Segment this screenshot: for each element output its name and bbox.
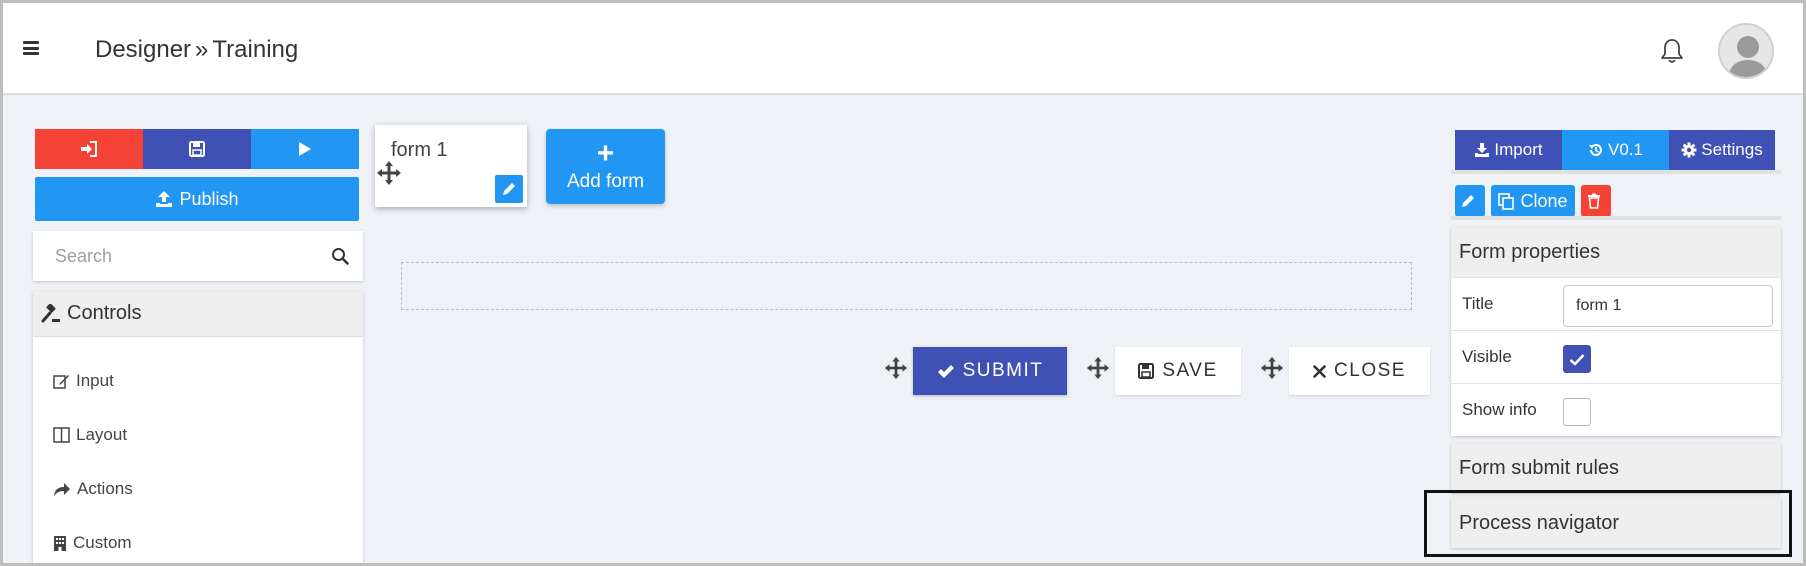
form-submit-rules-panel[interactable]: Form submit rules bbox=[1451, 443, 1781, 493]
property-label: Visible bbox=[1462, 347, 1512, 366]
right-toolbar: Import V0.1 Settings bbox=[1455, 130, 1775, 170]
clone-label: Clone bbox=[1520, 190, 1568, 211]
app-window: Designer» Training Publish Search Contro… bbox=[0, 0, 1806, 566]
form-properties-panel: Form properties Title Visible Show info bbox=[1451, 227, 1781, 436]
share-icon bbox=[54, 482, 70, 496]
divider bbox=[1451, 170, 1781, 174]
control-item-label: Actions bbox=[77, 479, 133, 498]
play-icon bbox=[299, 142, 311, 156]
trash-icon bbox=[1587, 193, 1600, 209]
publish-label: Publish bbox=[179, 188, 239, 209]
breadcrumb: Designer» Training bbox=[95, 36, 298, 64]
move-icon[interactable] bbox=[1259, 355, 1285, 381]
save-icon bbox=[1138, 363, 1155, 379]
building-icon bbox=[54, 535, 66, 551]
submit-button[interactable]: SUBMIT bbox=[913, 347, 1067, 395]
search-input[interactable] bbox=[53, 244, 313, 268]
controls-panel: Controls Input Layout Actions Custom bbox=[33, 291, 363, 563]
move-icon[interactable] bbox=[883, 355, 909, 381]
pencil-icon bbox=[503, 183, 515, 195]
add-form-label: Add form bbox=[566, 171, 645, 192]
version-button[interactable]: V0.1 bbox=[1562, 130, 1669, 170]
gavel-icon bbox=[41, 303, 60, 322]
property-label: Show info bbox=[1462, 400, 1537, 419]
check-icon bbox=[937, 364, 954, 378]
menu-icon[interactable] bbox=[23, 41, 39, 55]
edit-form-button[interactable] bbox=[495, 175, 523, 203]
control-item-label: Input bbox=[76, 371, 114, 390]
import-button[interactable]: Import bbox=[1455, 130, 1562, 170]
control-item-label: Custom bbox=[73, 533, 132, 552]
breadcrumb-current: Training bbox=[212, 36, 299, 63]
copy-icon bbox=[1498, 192, 1515, 210]
user-avatar[interactable] bbox=[1718, 23, 1774, 79]
submit-label: SUBMIT bbox=[962, 360, 1044, 381]
controls-search bbox=[33, 231, 363, 281]
edit-icon bbox=[53, 375, 69, 389]
delete-button[interactable] bbox=[1581, 185, 1611, 217]
title-input[interactable] bbox=[1563, 285, 1773, 327]
control-item-input[interactable]: Input bbox=[53, 371, 114, 391]
form-properties-title[interactable]: Form properties bbox=[1451, 227, 1781, 277]
move-icon[interactable] bbox=[375, 159, 403, 187]
publish-button[interactable]: Publish bbox=[35, 177, 359, 221]
save-icon bbox=[189, 141, 205, 157]
save-label: SAVE bbox=[1162, 360, 1218, 381]
left-toolbar bbox=[35, 129, 359, 169]
divider bbox=[1451, 216, 1781, 220]
top-header: Designer» Training bbox=[3, 3, 1803, 95]
controls-title: Controls bbox=[67, 302, 142, 324]
breadcrumb-root[interactable]: Designer bbox=[95, 36, 191, 63]
clone-button[interactable]: Clone bbox=[1491, 185, 1575, 217]
move-icon[interactable] bbox=[1085, 355, 1111, 381]
exit-button[interactable] bbox=[35, 129, 143, 169]
control-item-custom[interactable]: Custom bbox=[53, 533, 132, 553]
close-icon bbox=[1313, 364, 1326, 378]
sign-in-icon bbox=[81, 141, 97, 157]
controls-header[interactable]: Controls bbox=[33, 291, 363, 337]
property-label: Title bbox=[1462, 294, 1494, 313]
settings-button[interactable]: Settings bbox=[1669, 130, 1775, 170]
search-icon[interactable] bbox=[331, 247, 349, 265]
property-row-visible: Visible bbox=[1451, 330, 1781, 383]
plus-icon: + bbox=[596, 137, 615, 170]
version-label: V0.1 bbox=[1608, 140, 1643, 159]
close-label: CLOSE bbox=[1334, 360, 1406, 381]
bell-icon[interactable] bbox=[1659, 37, 1685, 65]
check-icon bbox=[1569, 353, 1585, 366]
settings-label: Settings bbox=[1701, 140, 1763, 159]
form-tab[interactable]: form 1 bbox=[375, 125, 527, 207]
process-navigator-title: Process navigator bbox=[1459, 511, 1620, 534]
control-item-layout[interactable]: Layout bbox=[53, 425, 127, 445]
breadcrumb-separator: » bbox=[195, 36, 209, 63]
preview-button[interactable] bbox=[251, 129, 359, 169]
property-row-title: Title bbox=[1451, 277, 1781, 330]
property-row-show-info: Show info bbox=[1451, 383, 1781, 436]
history-icon bbox=[1589, 144, 1602, 156]
show-info-checkbox[interactable] bbox=[1563, 398, 1591, 426]
visible-checkbox[interactable] bbox=[1563, 345, 1591, 373]
gear-icon bbox=[1681, 142, 1697, 158]
edit-button[interactable] bbox=[1455, 185, 1485, 217]
add-form-button[interactable]: + Add form bbox=[546, 129, 665, 204]
close-button[interactable]: CLOSE bbox=[1289, 347, 1430, 395]
control-item-label: Layout bbox=[76, 425, 128, 444]
save-form-button[interactable] bbox=[143, 129, 251, 169]
process-navigator-panel[interactable]: Process navigator bbox=[1451, 498, 1781, 548]
form-drop-zone[interactable] bbox=[401, 262, 1412, 310]
download-icon bbox=[1475, 142, 1490, 157]
save-button[interactable]: SAVE bbox=[1115, 347, 1241, 395]
import-label: Import bbox=[1494, 140, 1543, 159]
form-submit-rules-title: Form submit rules bbox=[1459, 456, 1620, 479]
upload-icon bbox=[156, 190, 173, 207]
pencil-icon bbox=[1461, 195, 1474, 207]
columns-icon bbox=[53, 427, 70, 443]
control-item-actions[interactable]: Actions bbox=[53, 479, 133, 499]
